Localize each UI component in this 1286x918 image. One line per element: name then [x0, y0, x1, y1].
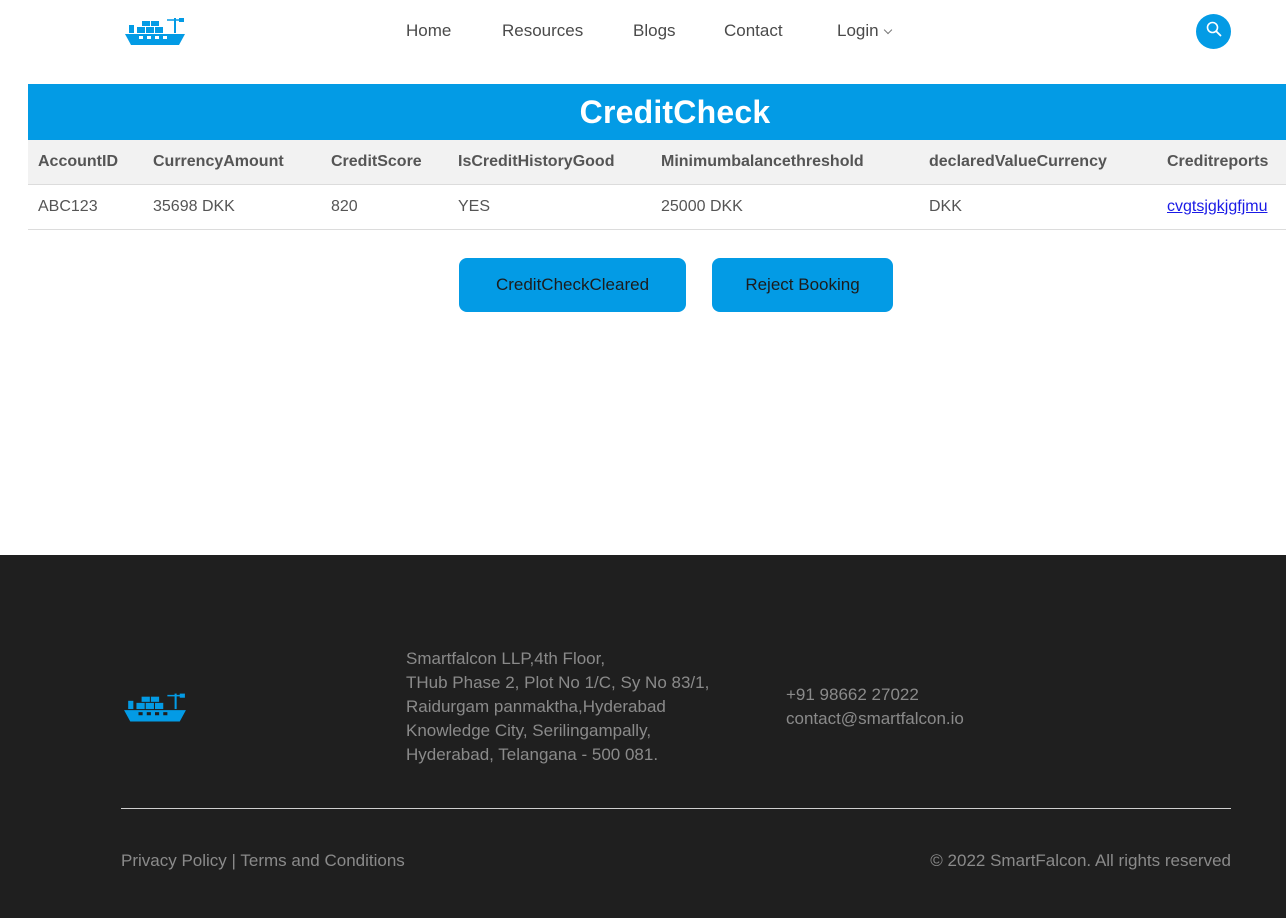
credit-report-link[interactable]: cvgtsjgkjgfjmu — [1167, 198, 1267, 215]
column-header-minimum-balance: Minimumbalancethreshold — [651, 140, 919, 185]
credit-check-table: AccountID CurrencyAmount CreditScore IsC… — [28, 140, 1286, 230]
cell-credit-score: 820 — [321, 184, 448, 230]
cell-currency-amount: 35698 DKK — [143, 184, 321, 230]
column-header-account-id: AccountID — [28, 140, 143, 185]
nav-blogs[interactable]: Blogs — [633, 19, 676, 43]
nav-login-label: Login — [837, 21, 879, 40]
page-title: CreditCheck — [579, 93, 771, 130]
cell-credit-history: YES — [448, 184, 651, 230]
column-header-currency-amount: CurrencyAmount — [143, 140, 321, 185]
table-row: ABC123 35698 DKK 820 YES 25000 DKK DKK c… — [28, 184, 1286, 230]
column-header-credit-score: CreditScore — [321, 140, 448, 185]
search-icon — [1206, 21, 1222, 42]
nav-contact[interactable]: Contact — [724, 19, 783, 43]
address-line: Raidurgam panmaktha,Hyderabad — [406, 697, 666, 716]
footer-link-separator: | — [226, 851, 241, 870]
footer-divider — [121, 808, 1231, 809]
terms-link[interactable]: Terms and Conditions — [240, 851, 404, 870]
table-header-row: AccountID CurrencyAmount CreditScore IsC… — [28, 140, 1286, 185]
column-header-credit-reports: Creditreports — [1157, 140, 1286, 185]
cell-credit-reports: cvgtsjgkjgfjmu — [1157, 184, 1286, 230]
nav-login[interactable]: Login — [837, 19, 892, 43]
address-line: Knowledge City, Serilingampally, — [406, 721, 652, 740]
copyright-text: © 2022 SmartFalcon. All rights reserved — [930, 851, 1231, 870]
address-line: Smartfalcon LLP,4th Floor, — [406, 649, 606, 668]
cargo-ship-icon[interactable] — [122, 689, 188, 725]
nav-resources[interactable]: Resources — [502, 19, 583, 43]
site-header: Home Resources Blogs Contact Login — [0, 0, 1286, 62]
reject-booking-button[interactable]: Reject Booking — [712, 258, 893, 312]
address-line: THub Phase 2, Plot No 1/C, Sy No 83/1, — [406, 673, 710, 692]
data-table: AccountID CurrencyAmount CreditScore IsC… — [28, 140, 1286, 230]
cell-minimum-balance: 25000 DKK — [651, 184, 919, 230]
cell-account-id: ABC123 — [28, 184, 143, 230]
cell-declared-currency: DKK — [919, 184, 1157, 230]
search-button[interactable] — [1196, 14, 1231, 49]
credit-check-cleared-button[interactable]: CreditCheckCleared — [459, 258, 686, 312]
site-footer: Smartfalcon LLP,4th Floor, THub Phase 2,… — [0, 555, 1286, 918]
address-line: Hyderabad, Telangana - 500 081. — [406, 745, 659, 764]
nav-home[interactable]: Home — [406, 19, 451, 43]
footer-contact: +91 98662 27022 contact@smartfalcon.io — [786, 683, 964, 731]
footer-phone[interactable]: +91 98662 27022 — [786, 683, 964, 707]
footer-address: Smartfalcon LLP,4th Floor, THub Phase 2,… — [406, 647, 746, 767]
page-title-bar: CreditCheck — [28, 84, 1286, 140]
column-header-declared-currency: declaredValueCurrency — [919, 140, 1157, 185]
main-nav: Home Resources Blogs Contact Login — [0, 19, 1286, 43]
footer-email[interactable]: contact@smartfalcon.io — [786, 707, 964, 731]
footer-links: Privacy Policy | Terms and Conditions — [121, 849, 405, 873]
column-header-credit-history: IsCreditHistoryGood — [448, 140, 651, 185]
privacy-policy-link[interactable]: Privacy Policy — [121, 851, 227, 870]
chevron-down-icon — [883, 25, 892, 35]
